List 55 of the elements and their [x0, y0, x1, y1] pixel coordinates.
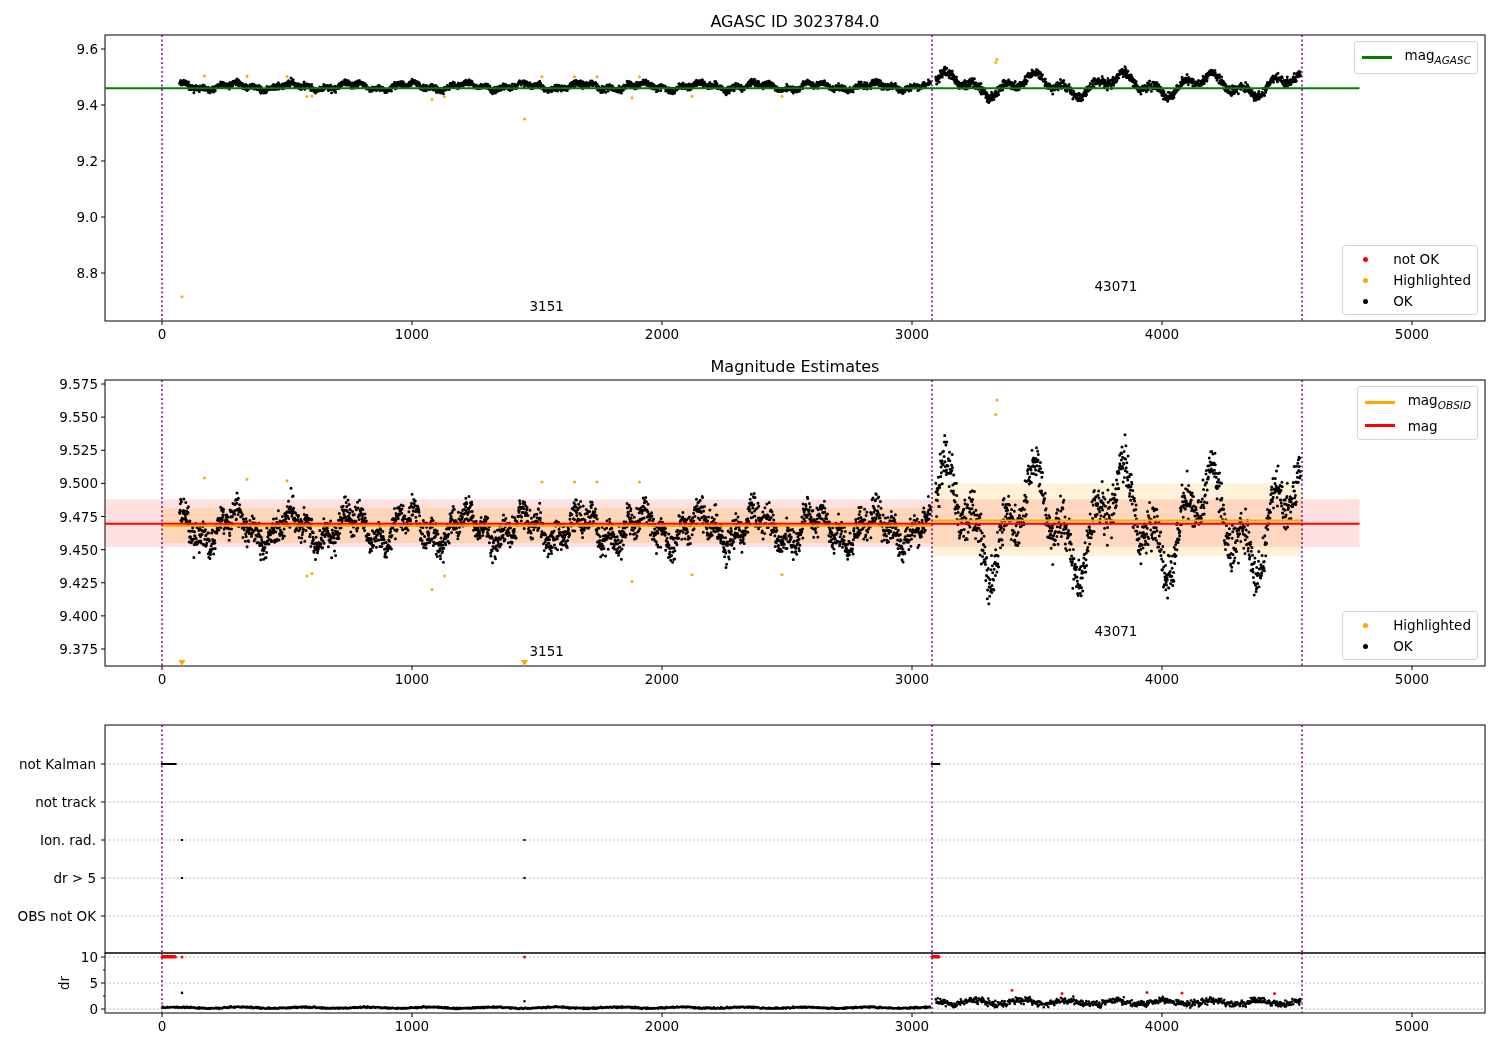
- x-tick-label: 0: [157, 326, 167, 342]
- legend-label: OK: [1393, 292, 1413, 311]
- chart-title: AGASC ID 3023784.0: [710, 12, 880, 31]
- axis-label: dr: [56, 975, 72, 991]
- legend-label: mag$_{OBSID}$: [1407, 391, 1471, 413]
- x-tick-label: 2000: [644, 326, 680, 342]
- legend-label: mag: [1407, 416, 1438, 436]
- x-tick-label: 4000: [1144, 671, 1180, 687]
- x-tick-label: 4000: [1144, 326, 1180, 342]
- category-label: not Kalman: [18, 756, 96, 772]
- y-tick-label: 9.6: [76, 41, 98, 57]
- legend-label: mag$_{AGASC}$: [1404, 46, 1471, 68]
- x-tick-label: 2000: [644, 671, 680, 687]
- y-tick-label: 9.425: [59, 574, 98, 591]
- x-tick-label: 1000: [394, 671, 430, 687]
- x-tick-label: 3000: [894, 671, 930, 687]
- y-tick-label: 10: [80, 949, 98, 965]
- annotation-label: 43071: [1094, 623, 1138, 639]
- x-tick-label: 3000: [894, 326, 930, 342]
- y-tick-label: 9.400: [59, 607, 98, 624]
- category-label: dr > 5: [53, 870, 96, 886]
- x-tick-label: 0: [157, 1018, 167, 1034]
- category-label: Ion. rad.: [39, 832, 96, 848]
- y-tick-label: 5: [89, 975, 98, 991]
- y-tick-label: 9.550: [59, 409, 98, 426]
- annotation-label: 3151: [529, 298, 564, 314]
- legend-label: Highlighted: [1393, 271, 1471, 290]
- y-tick-label: 9.475: [59, 508, 98, 525]
- y-tick-label: 9.500: [59, 475, 98, 492]
- x-tick-label: 3000: [894, 1018, 930, 1034]
- y-tick-label: 9.575: [59, 376, 98, 392]
- x-tick-label: 1000: [394, 326, 430, 342]
- y-tick-label: 8.8: [76, 265, 98, 281]
- x-tick-label: 5000: [1394, 1018, 1430, 1034]
- annotation-label: 43071: [1094, 278, 1138, 294]
- x-tick-label: 5000: [1394, 671, 1430, 687]
- x-tick-label: 4000: [1144, 1018, 1180, 1034]
- category-label: not track: [35, 794, 96, 810]
- legend-label: Highlighted: [1393, 616, 1471, 635]
- y-tick-label: 0: [89, 1001, 98, 1017]
- x-tick-label: 0: [157, 671, 167, 687]
- y-tick-label: 9.375: [59, 641, 98, 657]
- category-label: OBS not OK: [17, 908, 96, 924]
- y-tick-label: 9.525: [59, 442, 98, 459]
- legend-label: not OK: [1393, 250, 1440, 269]
- chart-title: Magnitude Estimates: [710, 357, 880, 376]
- x-tick-label: 5000: [1394, 326, 1430, 342]
- y-tick-label: 9.450: [59, 541, 98, 558]
- y-tick-label: 9.2: [76, 153, 98, 169]
- y-tick-label: 9.4: [76, 97, 98, 113]
- x-tick-label: 1000: [394, 1018, 430, 1034]
- annotation-label: 3151: [529, 643, 564, 659]
- legend-label: OK: [1393, 637, 1413, 656]
- x-tick-label: 2000: [644, 1018, 680, 1034]
- y-tick-label: 9.0: [76, 209, 98, 225]
